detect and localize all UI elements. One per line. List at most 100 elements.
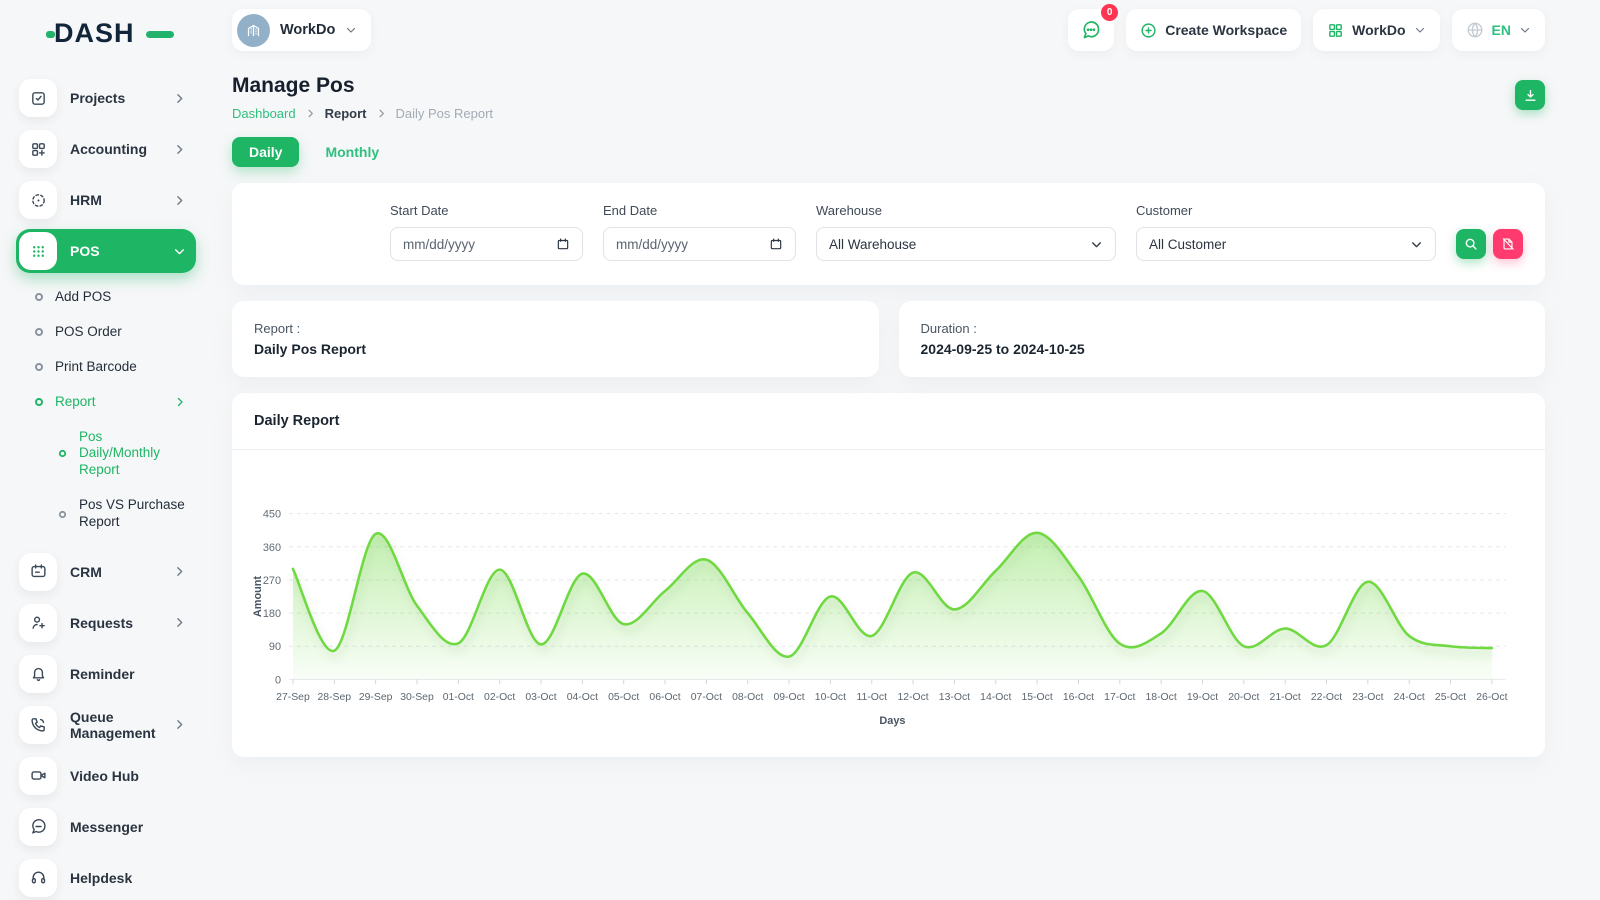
start-date-input[interactable]: mm/dd/yyyy <box>390 227 583 261</box>
svg-text:04-Oct: 04-Oct <box>567 692 598 703</box>
phone-call-icon <box>19 706 57 744</box>
sidebar-subitem-pos-daily-monthly-report[interactable]: Pos Daily/Monthly Report <box>16 420 196 489</box>
logo-accent-bar <box>146 31 174 38</box>
sidebar-item-label: Accounting <box>70 141 160 157</box>
bell-icon <box>19 655 57 693</box>
sidebar-subitem-pos-order[interactable]: POS Order <box>16 315 196 350</box>
svg-text:18-Oct: 18-Oct <box>1146 692 1177 703</box>
bullet-icon <box>34 292 44 302</box>
svg-text:17-Oct: 17-Oct <box>1104 692 1135 703</box>
svg-text:180: 180 <box>263 608 281 620</box>
chevron-right-icon <box>173 565 186 578</box>
filter-card: Start Date mm/dd/yyyy End Date mm/dd/yyy… <box>232 183 1545 285</box>
logo-text: DASH <box>54 18 135 48</box>
svg-text:27-Sep: 27-Sep <box>276 692 310 703</box>
tab-monthly[interactable]: Monthly <box>325 144 379 160</box>
sidebar-item-pos[interactable]: POS <box>16 229 196 273</box>
sidebar-item-projects[interactable]: Projects <box>16 76 196 120</box>
calendar-icon <box>769 237 783 251</box>
workspace-avatar <box>237 14 270 47</box>
chart-card-header: Daily Report <box>232 393 1545 450</box>
sidebar-item-label: Requests <box>70 615 160 631</box>
sidebar-item-video-hub[interactable]: Video Hub <box>16 754 196 798</box>
chevron-right-icon <box>305 108 316 119</box>
warehouse-select[interactable]: All Warehouse <box>816 227 1116 261</box>
svg-text:20-Oct: 20-Oct <box>1228 692 1259 703</box>
svg-text:24-Oct: 24-Oct <box>1394 692 1425 703</box>
daily-report-card: Daily Report 09018027036045027-Sep28-Sep… <box>232 393 1545 757</box>
sidebar-item-reminder[interactable]: Reminder <box>16 652 196 696</box>
report-tabs: Daily Monthly <box>232 137 1545 167</box>
chevron-right-icon <box>173 616 186 629</box>
summary-row: Report : Daily Pos Report Duration : 202… <box>232 301 1545 377</box>
logo-accent-dot <box>46 31 55 38</box>
breadcrumb-dashboard[interactable]: Dashboard <box>232 106 296 121</box>
breadcrumb: Dashboard Report Daily Pos Report <box>232 106 493 121</box>
language-selector[interactable]: EN <box>1452 9 1545 51</box>
grid-plus-icon <box>19 130 57 168</box>
page-title: Manage Pos <box>232 74 493 98</box>
sidebar-item-label: Queue Management <box>70 709 160 741</box>
calendar-icon <box>556 237 570 251</box>
messages-button[interactable]: 0 <box>1068 9 1114 51</box>
sidebar-item-label: Video Hub <box>70 768 186 784</box>
sidebar-item-accounting[interactable]: Accounting <box>16 127 196 171</box>
breadcrumb-report[interactable]: Report <box>325 106 367 121</box>
svg-text:360: 360 <box>263 542 281 554</box>
bullet-icon <box>34 397 44 407</box>
duration-summary-card: Duration : 2024-09-25 to 2024-10-25 <box>899 301 1546 377</box>
svg-text:0: 0 <box>275 674 281 686</box>
chevron-right-icon <box>174 396 186 408</box>
end-date-input[interactable]: mm/dd/yyyy <box>603 227 796 261</box>
chat-bubble-icon <box>1081 20 1101 40</box>
workspace-switcher-button[interactable]: WorkDo <box>1313 9 1439 51</box>
svg-text:02-Oct: 02-Oct <box>484 692 515 703</box>
create-workspace-button[interactable]: Create Workspace <box>1126 9 1301 51</box>
svg-text:16-Oct: 16-Oct <box>1063 692 1094 703</box>
app-logo[interactable]: DASH <box>54 18 196 52</box>
topbar: WorkDo 0 Create Workspace WorkDo EN <box>232 8 1545 52</box>
sidebar-subitem-add-pos[interactable]: Add POS <box>16 280 196 315</box>
svg-text:90: 90 <box>269 641 281 653</box>
sidebar-item-queue-management[interactable]: Queue Management <box>16 703 196 747</box>
chevron-down-icon <box>1414 24 1426 36</box>
sidebar-item-requests[interactable]: Requests <box>16 601 196 645</box>
svg-text:09-Oct: 09-Oct <box>773 692 804 703</box>
reset-filter-button[interactable] <box>1493 229 1523 259</box>
download-button[interactable] <box>1515 80 1545 110</box>
sidebar-subitem-report[interactable]: Report <box>16 385 196 420</box>
search-icon <box>1464 237 1478 251</box>
customer-select[interactable]: All Customer <box>1136 227 1436 261</box>
chevron-right-icon <box>173 718 186 731</box>
svg-text:25-Oct: 25-Oct <box>1435 692 1466 703</box>
target-dashed-icon <box>19 181 57 219</box>
sidebar-item-hrm[interactable]: HRM <box>16 178 196 222</box>
svg-text:10-Oct: 10-Oct <box>815 692 846 703</box>
end-date-label: End Date <box>603 203 796 218</box>
svg-text:30-Sep: 30-Sep <box>400 692 434 703</box>
svg-text:01-Oct: 01-Oct <box>443 692 474 703</box>
grid-plus-icon <box>1327 22 1344 39</box>
user-plus-icon <box>19 604 57 642</box>
sidebar: DASH Projects Accounting HRM POS Add POS <box>0 0 212 900</box>
sidebar-subitem-print-barcode[interactable]: Print Barcode <box>16 350 196 385</box>
sidebar-item-helpdesk[interactable]: Helpdesk <box>16 856 196 900</box>
warehouse-field: Warehouse All Warehouse <box>816 203 1116 261</box>
sidebar-subitem-pos-vs-purchase-report[interactable]: Pos VS Purchase Report <box>16 488 196 540</box>
svg-text:21-Oct: 21-Oct <box>1270 692 1301 703</box>
sidebar-item-crm[interactable]: CRM <box>16 550 196 594</box>
daily-report-chart: 09018027036045027-Sep28-Sep29-Sep30-Sep0… <box>246 468 1519 732</box>
sidebar-item-label: Messenger <box>70 819 186 835</box>
svg-text:06-Oct: 06-Oct <box>649 692 680 703</box>
start-date-label: Start Date <box>390 203 583 218</box>
search-button[interactable] <box>1456 229 1486 259</box>
chevron-right-icon <box>173 143 186 156</box>
chevron-down-icon <box>1090 238 1103 251</box>
workspace-selector[interactable]: WorkDo <box>232 9 371 51</box>
tab-daily[interactable]: Daily <box>232 137 299 167</box>
sidebar-item-messenger[interactable]: Messenger <box>16 805 196 849</box>
warehouse-label: Warehouse <box>816 203 1116 218</box>
svg-text:23-Oct: 23-Oct <box>1352 692 1383 703</box>
chevron-right-icon <box>173 92 186 105</box>
globe-icon <box>1466 21 1484 39</box>
